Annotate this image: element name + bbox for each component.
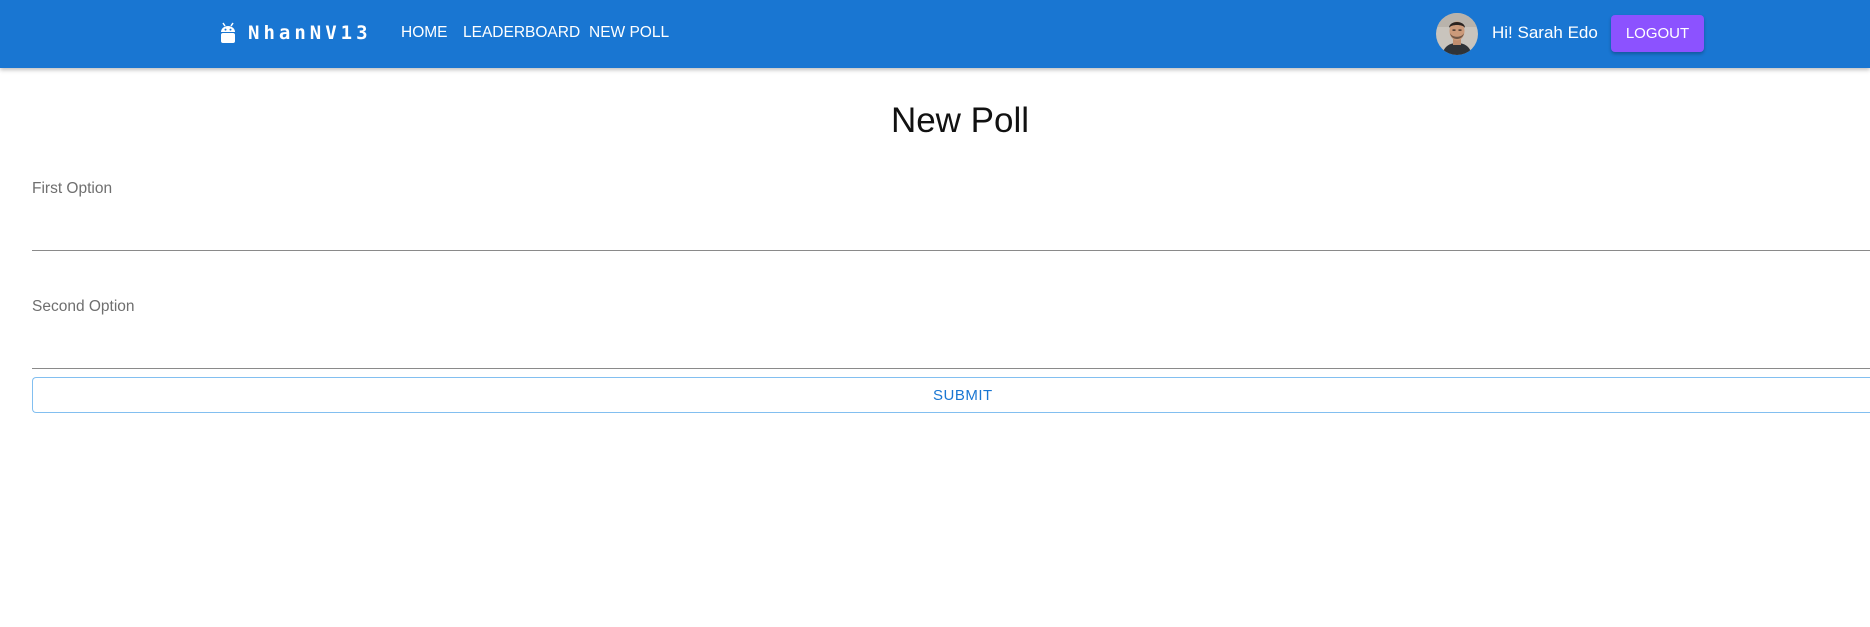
page-title: New Poll — [890, 101, 1030, 140]
android-icon — [221, 22, 235, 43]
first-option-input[interactable] — [32, 222, 1870, 251]
nav-new-poll[interactable]: NEW POLL — [589, 24, 669, 42]
nav-leaderboard[interactable]: LEADERBOARD — [463, 24, 580, 42]
brand-name[interactable]: NhanNV13 — [248, 20, 372, 46]
user-greeting: Hi! Sarah Edo — [1492, 23, 1598, 42]
second-option-label: Second Option — [32, 298, 135, 315]
nav-home[interactable]: HOME — [401, 24, 448, 42]
submit-button[interactable]: SUBMIT — [32, 377, 1870, 413]
submit-button-label: SUBMIT — [933, 387, 993, 404]
logout-button[interactable]: LOGOUT — [1611, 15, 1704, 52]
avatar — [1436, 13, 1478, 55]
second-option-input[interactable] — [32, 340, 1870, 369]
first-option-label: First Option — [32, 180, 113, 197]
app-bar: NhanNV13 HOME LEADERBOARD NEW POLL Hi! S… — [0, 0, 1870, 68]
